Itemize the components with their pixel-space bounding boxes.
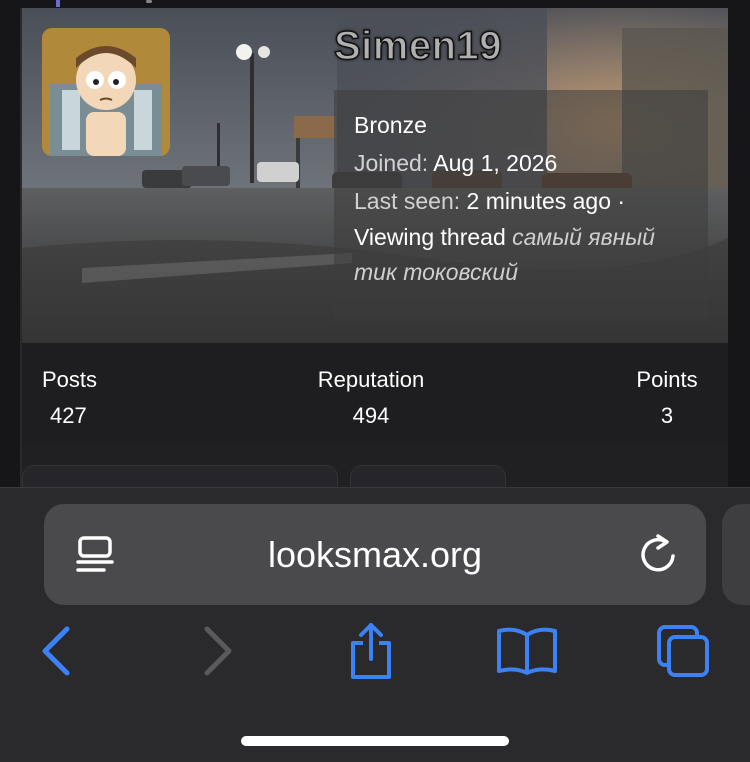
forward-icon [204,626,232,676]
last-seen-value: 2 minutes ago · [466,188,626,214]
avatar[interactable] [42,28,170,156]
back-icon [42,626,70,676]
activity-row: Viewing thread самый явный тик токовский [354,220,688,290]
top-accent-bar [56,0,60,7]
username: Simen19 [333,23,503,69]
stat-points[interactable]: Points 3 [622,367,712,429]
stats-row: Posts 427 Reputation 494 Points 3 [22,343,728,443]
page: Simen19 Bronze Joined: Aug 1, 2026 Last … [0,0,750,762]
bookmarks-button[interactable] [492,621,562,681]
url-text: looksmax.org [267,534,483,575]
stat-label: Reputation [317,367,425,392]
browser-toolbar: looksmax.org [0,487,750,762]
bookmarks-icon [497,627,557,675]
joined-date: Aug 1, 2026 [433,150,558,176]
last-seen-row: Last seen: 2 minutes ago · [354,182,688,220]
home-indicator[interactable] [241,736,509,746]
share-icon [351,623,391,679]
profile-banner: Simen19 Bronze Joined: Aug 1, 2026 Last … [22,8,728,343]
share-button[interactable] [336,621,406,681]
stat-value: 427 [50,403,87,428]
stat-value: 3 [660,403,674,428]
stat-value: 494 [352,403,390,428]
profile-card: Simen19 Bronze Joined: Aug 1, 2026 Last … [22,8,728,488]
back-button[interactable] [22,621,92,681]
user-rank: Bronze [354,112,427,138]
tabs-button[interactable] [648,621,718,681]
address-bar[interactable]: looksmax.org [44,504,706,605]
user-info-panel: Bronze Joined: Aug 1, 2026 Last seen: 2 … [334,90,708,322]
stat-label: Posts [42,367,98,392]
activity-prefix: Viewing thread [354,224,506,250]
stat-label: Points [636,367,698,392]
top-edge-mark [146,0,152,3]
forward-button[interactable] [182,621,252,681]
last-seen-label: Last seen: [354,188,461,214]
reload-icon[interactable] [636,532,680,578]
stat-posts[interactable]: Posts 427 [42,367,142,429]
next-tab-address-bar[interactable] [722,504,750,605]
stat-reputation[interactable]: Reputation 494 [296,367,446,429]
joined-label: Joined: [354,150,429,176]
tabs-icon [657,625,709,677]
joined-row: Joined: Aug 1, 2026 [354,144,688,182]
